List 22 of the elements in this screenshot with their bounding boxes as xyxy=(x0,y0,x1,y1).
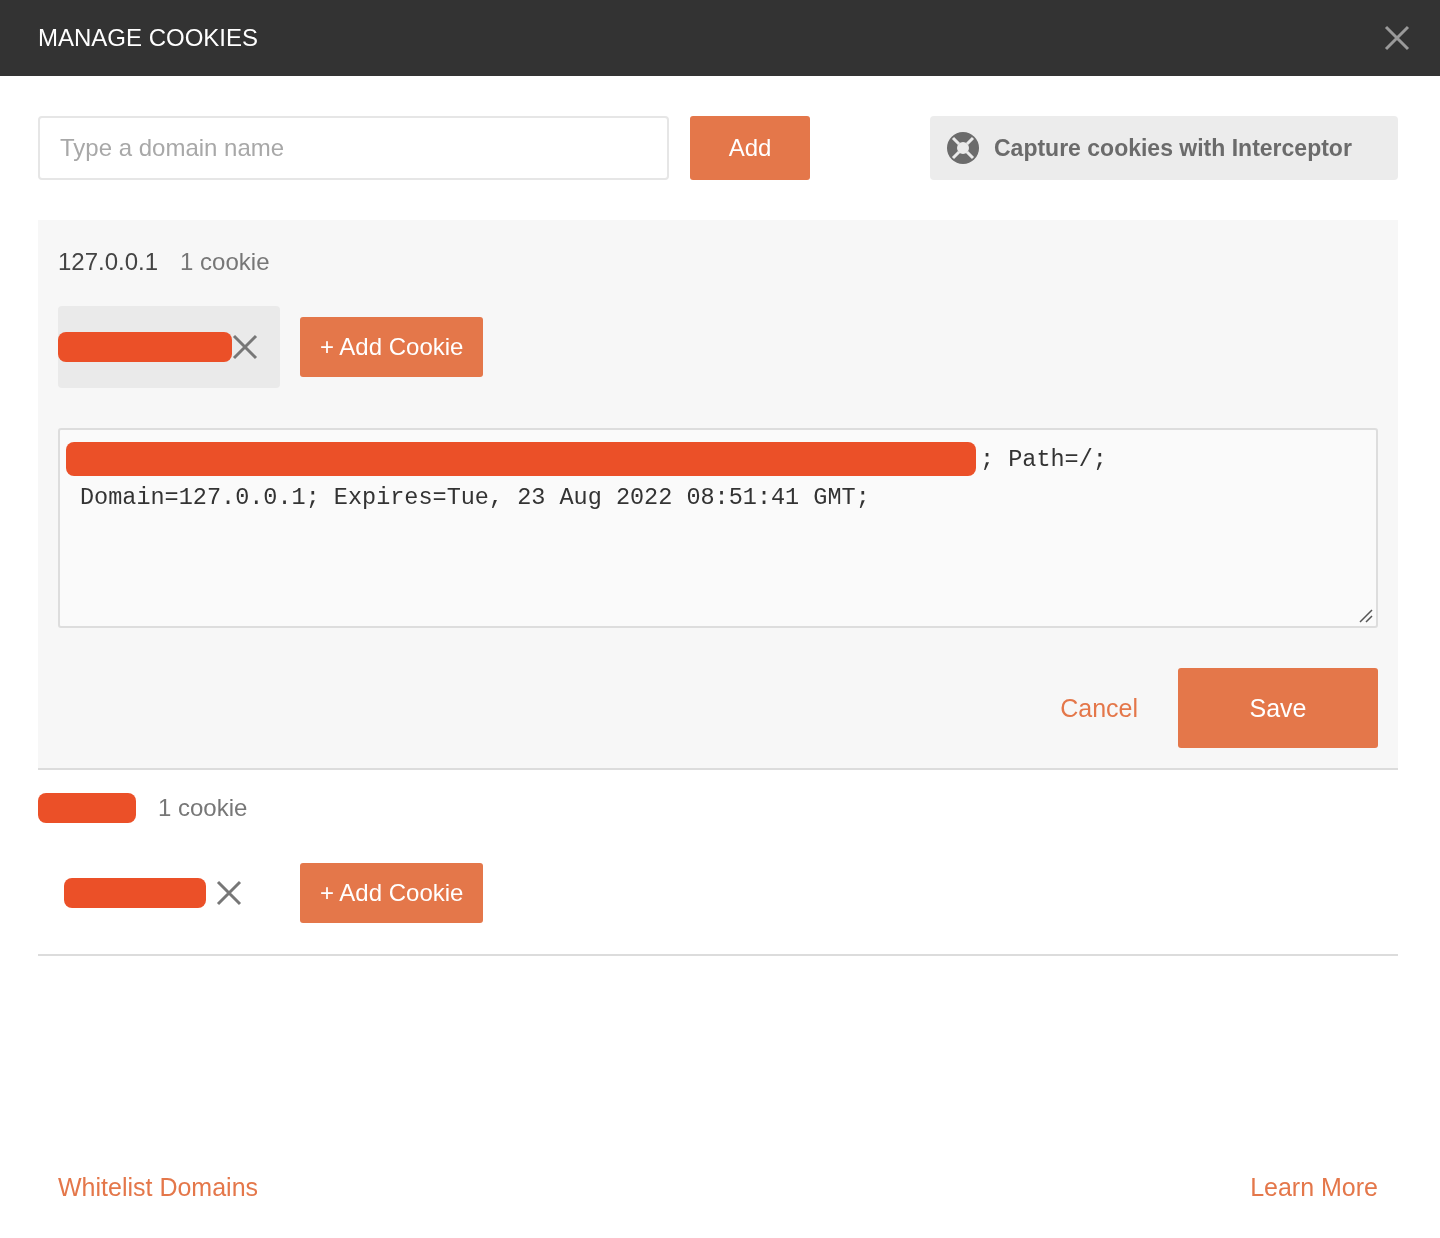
cookie-count: 1 cookie xyxy=(180,248,270,276)
satellite-icon xyxy=(946,131,980,165)
add-cookie-button[interactable]: + Add Cookie xyxy=(300,317,484,377)
domain-name[interactable]: 127.0.0.1 xyxy=(58,248,159,276)
cancel-link[interactable]: Cancel xyxy=(1060,693,1138,723)
cookie-text: ; Path=/; xyxy=(980,445,1107,473)
domain-input-field[interactable]: Type a domain name xyxy=(38,116,669,180)
interceptor-button[interactable]: Capture cookies with Interceptor xyxy=(930,116,1398,180)
remove-icon[interactable] xyxy=(216,880,242,906)
add-button[interactable]: Add xyxy=(690,116,810,180)
add-cookie-button[interactable]: + Add Cookie xyxy=(300,863,484,923)
learn-more-link[interactable]: Learn More xyxy=(1250,1173,1378,1202)
remove-icon[interactable] xyxy=(232,334,258,360)
close-icon[interactable] xyxy=(1384,25,1410,51)
whitelist-domains-link[interactable]: Whitelist Domains xyxy=(58,1173,259,1202)
cookie-editor-field[interactable]: ; Path=/; Domain=127.0.0.1; Expires=Tue, 23 Aug 2022 08:51:41 GMT; xyxy=(58,428,1378,628)
cookie-chip[interactable] xyxy=(58,306,280,388)
resize-grip-icon[interactable] xyxy=(1359,609,1373,623)
cookie-text: Domain=127.0.0.1; Expires=Tue, 23 Aug 2022 08:51:41 GMT; xyxy=(80,484,871,511)
dialog-title: MANAGE COOKIES xyxy=(38,24,259,52)
save-button[interactable]: Save xyxy=(1178,668,1378,748)
cookie-count: 1 cookie xyxy=(158,794,248,822)
